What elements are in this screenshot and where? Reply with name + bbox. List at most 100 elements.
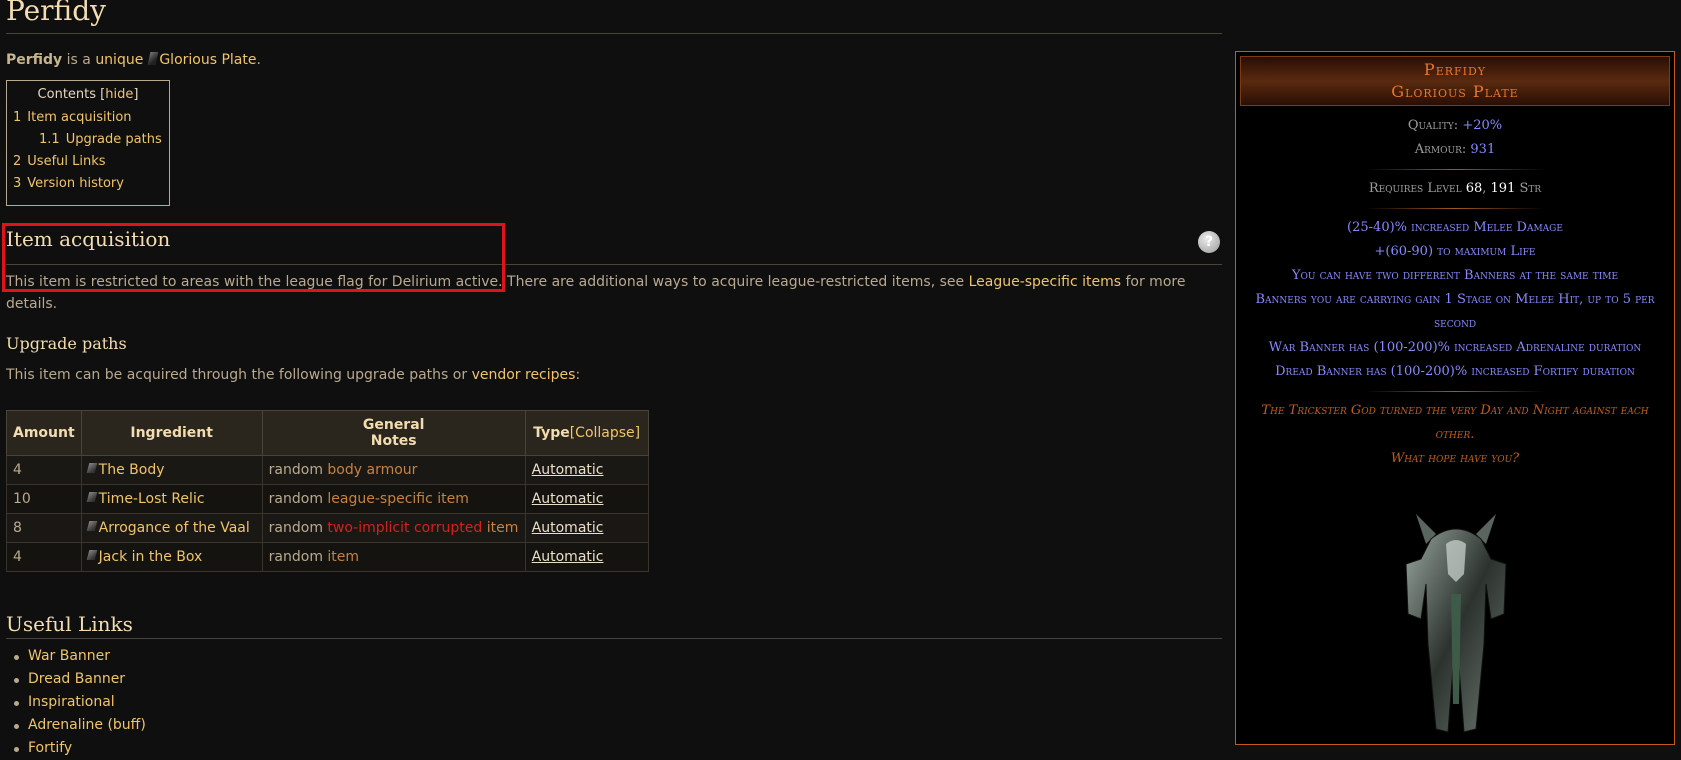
ingredient-link[interactable]: The Body [99,462,165,478]
section-divider [6,264,1222,265]
mod-line: (25-40)% increased Melee Damage [1347,220,1563,235]
item-infobox: Perfidy Glorious Plate Quality: +20% Arm… [1235,51,1675,745]
upgrade-paths-table: Amount Ingredient General Notes Type[Coll… [6,410,649,572]
help-icon[interactable]: ? [1198,231,1220,253]
toc-num: 2 [13,154,22,169]
notes-prefix: random [268,491,328,507]
ingredient-cell: The Body [80,455,263,485]
section-divider [6,638,1222,639]
ingredient-cell: Arrogance of the Vaal [80,513,263,543]
mod-line: War Banner has (100-200)% increased Adre… [1268,340,1642,355]
quality-label: Quality: [1407,118,1463,133]
column-header-amount[interactable]: Amount [6,410,82,456]
toc-item-useful-links[interactable]: 2 Useful Links [13,154,163,169]
toc-link[interactable]: Upgrade paths [66,132,162,147]
type-link[interactable]: Automatic [532,520,604,536]
vendor-recipes-link[interactable]: vendor recipes [472,367,576,383]
list-item: Inspirational [14,691,146,714]
toc-num: 1 [13,110,22,125]
toc-link[interactable]: Useful Links [27,154,105,169]
collapse-link[interactable]: [Collapse] [570,425,640,441]
type-cell: Automatic [524,513,649,543]
mod-line: Banners you are carrying gain 1 Stage on… [1255,292,1655,331]
column-header-ingredient[interactable]: Ingredient [80,410,263,456]
divination-card-icon [86,463,98,473]
type-link[interactable]: Automatic [532,462,604,478]
quality-line: Quality: +20% [1236,114,1674,138]
table-row: 4 The Body random body armour Automatic [6,455,649,485]
glorious-plate-link[interactable]: Glorious Plate [159,52,256,68]
list-item: Dread Banner [14,668,146,691]
req-level: 68 [1465,181,1483,196]
type-link[interactable]: Automatic [532,491,604,507]
toc-item-version-history[interactable]: 3 Version history [13,176,163,191]
toc-item-upgrade-paths[interactable]: 1.1 Upgrade paths [13,132,163,147]
toc-link[interactable]: Version history [27,176,124,191]
list-item: Adrenaline (buff) [14,714,146,737]
table-row: 4 Jack in the Box random item Automatic [6,542,649,572]
upgrade-paragraph: This item can be acquired through the fo… [6,364,1211,386]
notes-link-item[interactable]: item [482,520,519,536]
req-sep: , [1482,181,1491,196]
ingredient-link[interactable]: Time-Lost Relic [99,491,205,507]
toc-title: Contents [hide] [13,87,163,102]
req-str: 191 [1490,181,1516,196]
useful-link-dread-banner[interactable]: Dread Banner [28,671,125,687]
mod-line: Dread Banner has (100-200)% increased Fo… [1275,364,1635,379]
notes-prefix: random [268,520,328,536]
toc-toggle: [hide] [100,87,139,102]
toc-num: 3 [13,176,22,191]
notes-prefix: random [268,462,328,478]
glorious-plate-art-icon [1405,514,1507,733]
unique-link[interactable]: unique [95,52,143,68]
item-name-bold: Perfidy [6,52,63,68]
notes-link[interactable]: item [327,549,359,565]
league-specific-items-link[interactable]: League-specific items [969,274,1121,290]
req-label: Requires Level [1368,181,1466,196]
type-cell: Automatic [524,542,649,572]
table-of-contents: Contents [hide] 1 Item acquisition 1.1 Upg… [6,80,170,206]
ingredient-link[interactable]: Jack in the Box [99,549,203,565]
useful-link-adrenaline[interactable]: Adrenaline (buff) [28,717,146,733]
useful-links-list: War Banner Dread Banner Inspirational Ad… [6,645,146,760]
toc-item-item-acquisition[interactable]: 1 Item acquisition [13,110,163,125]
type-header-label: Type [533,425,570,441]
ingredient-cell: Jack in the Box [80,542,263,572]
notes-cell: random two-implicit corrupted item [261,513,526,543]
table-row: 10 Time-Lost Relic random league-specifi… [6,484,649,514]
list-item: War Banner [14,645,146,668]
mod-line: +(60-90) to maximum Life [1374,244,1536,259]
amount-cell: 10 [6,484,82,514]
toc-link[interactable]: Item acquisition [27,110,131,125]
toc-num: 1.1 [39,132,60,147]
useful-link-inspirational[interactable]: Inspirational [28,694,115,710]
flavour-text-line: What hope have you? [1390,451,1520,466]
useful-link-war-banner[interactable]: War Banner [28,648,110,664]
req-str-label: Str [1515,181,1542,196]
ingredient-cell: Time-Lost Relic [80,484,263,514]
notes-link[interactable]: body armour [327,462,417,478]
amount-cell: 4 [6,455,82,485]
divination-card-icon [86,492,98,502]
ingredient-link[interactable]: Arrogance of the Vaal [99,520,250,536]
divination-card-icon [86,521,98,531]
requirements-line: Requires Level 68, 191 Str [1236,177,1674,201]
acquisition-paragraph: This item is restricted to areas with th… [6,271,1211,315]
notes-cell: random league-specific item [261,484,526,514]
title-divider [6,33,1222,34]
acquisition-text: This item is restricted to areas with th… [6,274,969,290]
type-link[interactable]: Automatic [532,549,604,565]
upgrade-text-end: : [575,367,581,383]
armour-label: Armour: [1414,142,1471,157]
column-header-notes[interactable]: General Notes [261,410,526,456]
table-row: 8 Arrogance of the Vaal random two-impli… [6,513,649,543]
intro-sentence: Perfidy is a unique Glorious Plate. [6,52,261,68]
quality-value: +20% [1462,118,1503,133]
notes-link-corrupted[interactable]: two-implicit corrupted [327,520,482,536]
useful-link-fortify[interactable]: Fortify [28,740,72,756]
page-title: Perfidy [6,0,106,27]
notes-cell: random item [261,542,526,572]
notes-link[interactable]: league-specific item [327,491,468,507]
notes-header-line-2: Notes [370,433,417,449]
toc-hide-link[interactable]: hide [105,87,133,102]
